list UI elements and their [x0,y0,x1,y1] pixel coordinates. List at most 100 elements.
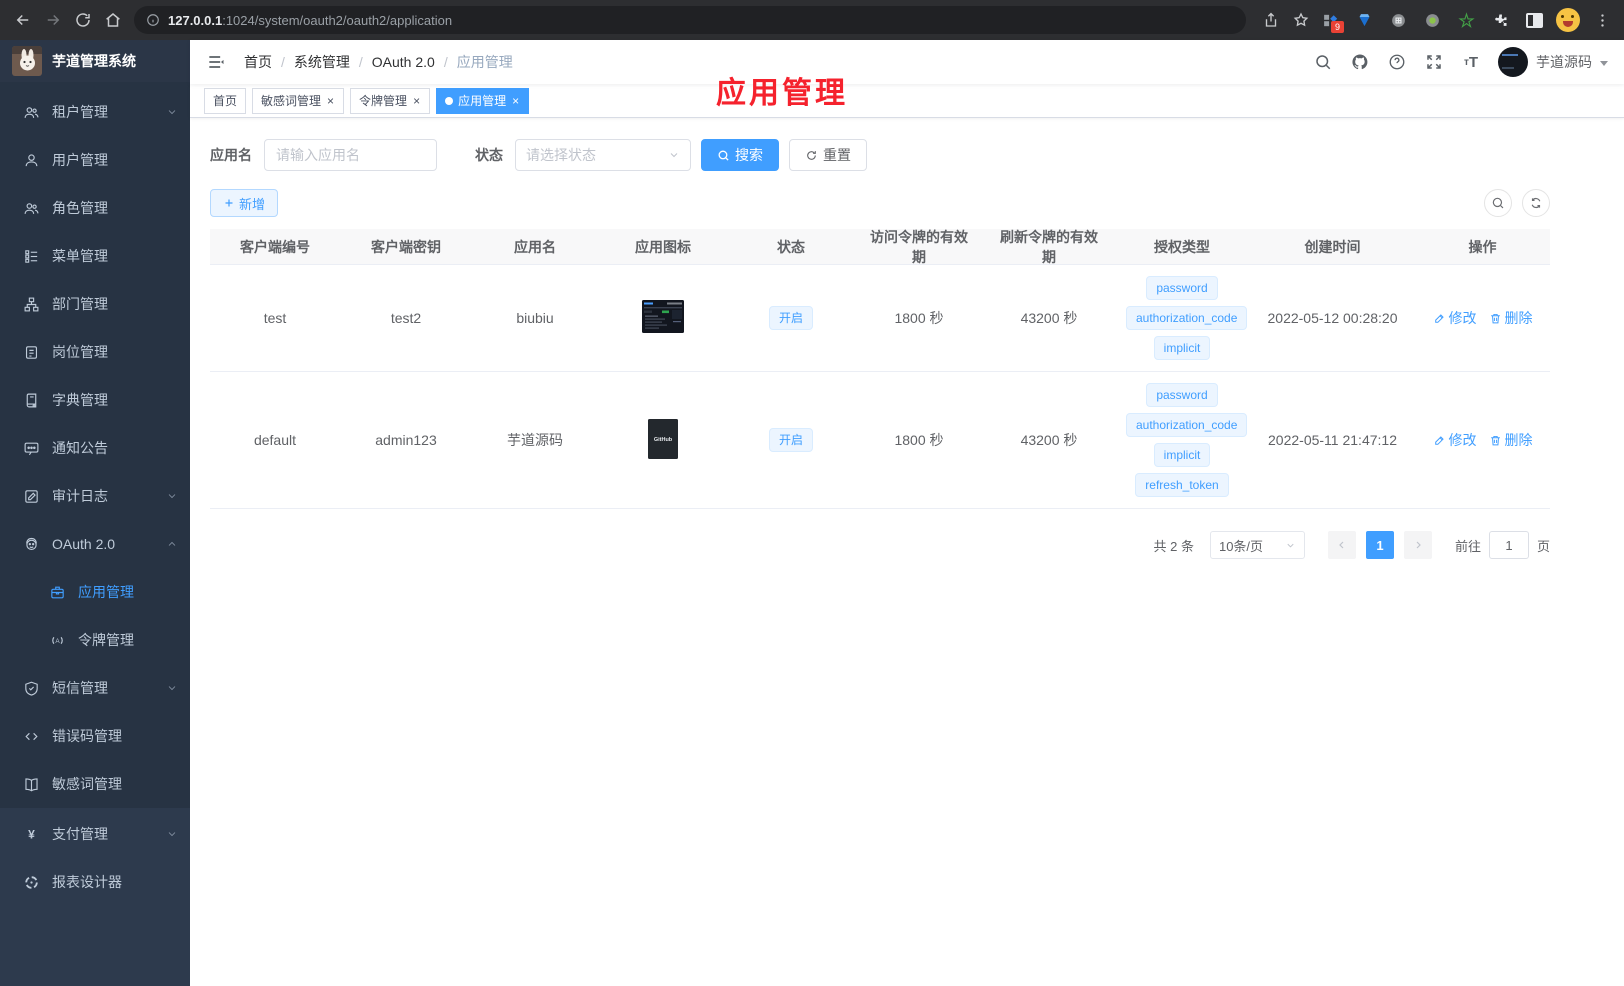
browser-toolbar: 127.0.0.1:1024/system/oauth2/oauth2/appl… [0,0,1624,40]
sidebar-item-role[interactable]: 角色管理 [0,184,190,232]
refresh-table-button[interactable] [1522,189,1550,217]
sidebar-item-tenant[interactable]: 租户管理 [0,88,190,136]
chevron-down-icon [166,682,178,694]
breadcrumb-separator: / [358,54,363,70]
sidebar-item-sensitive-word[interactable]: 敏感词管理 [0,760,190,808]
github-icon[interactable] [1350,52,1370,72]
svg-text:GitHub: GitHub [654,437,673,443]
sidebar-item-label: 部门管理 [52,296,108,312]
tab-敏感词管理[interactable]: 敏感词管理 × [252,87,345,114]
shield-icon [22,679,40,697]
table-cell-refresh_ttl: 43200 秒 [984,422,1114,458]
sidebar-item-menu[interactable]: 菜单管理 [0,232,190,280]
org-icon [22,295,40,313]
user-menu[interactable]: 芋道源码 [1498,47,1608,77]
search-button[interactable]: 搜索 [701,139,779,171]
side-panel-icon[interactable] [1520,6,1548,34]
sidebar-item-oauth2-token[interactable]: A 令牌管理 [0,616,190,664]
grant-type-tag: implicit [1153,336,1211,360]
extensions-puzzle-icon[interactable] [1486,6,1514,34]
url-text: 127.0.0.1:1024/system/oauth2/oauth2/appl… [168,12,453,28]
table-cell-actions: 修改 删除 [1415,422,1550,458]
app-name-label: 应用名 [210,147,252,163]
access-token-ttl: 1800 秒 [894,310,944,326]
extension-gem-icon[interactable] [1350,6,1378,34]
reload-icon[interactable] [68,5,98,35]
edit-link[interactable]: 修改 [1433,308,1477,328]
add-button[interactable]: 新增 [210,189,279,217]
site-info-icon[interactable] [146,13,160,27]
search-icon [718,150,729,161]
chevron-down-icon [670,153,678,158]
create-time: 2022-05-11 21:47:12 [1268,432,1397,448]
extension-grid-icon[interactable]: 9 [1316,6,1344,34]
page-number-1[interactable]: 1 [1365,531,1394,559]
prev-page-button[interactable] [1327,531,1356,559]
client-id: test [263,310,287,326]
home-icon[interactable] [98,5,128,35]
extension-cmd-icon[interactable] [1384,6,1412,34]
back-icon[interactable] [8,5,38,35]
fullscreen-icon[interactable] [1424,52,1444,72]
sidebar-item-label: 错误码管理 [52,728,122,744]
sidebar-item-notice[interactable]: 通知公告 [0,424,190,472]
app-name-input[interactable] [264,139,437,171]
grant-type-tag: implicit [1153,443,1211,467]
sidebar-item-post[interactable]: 岗位管理 [0,328,190,376]
sidebar-item-user[interactable]: 用户管理 [0,136,190,184]
extension-star-icon[interactable] [1452,6,1480,34]
close-icon[interactable]: × [326,95,335,107]
show-search-button[interactable] [1484,189,1512,217]
breadcrumb-item[interactable]: 系统管理 [294,52,350,72]
page-size-select[interactable]: 10条/页 [1209,531,1305,559]
sidebar-collapse-icon[interactable] [206,51,228,73]
sidebar-item-oauth2-application[interactable]: 应用管理 [0,568,190,616]
reset-button[interactable]: 重置 [789,139,867,171]
tab-应用管理[interactable]: 应用管理 × [436,87,530,114]
extensions-cluster: 9 [1316,6,1616,34]
sidebar-item-dept[interactable]: 部门管理 [0,280,190,328]
sidebar-item-sms[interactable]: 短信管理 [0,664,190,712]
edit-link[interactable]: 修改 [1433,430,1477,450]
search-icon[interactable] [1313,52,1333,72]
app-logo[interactable]: 芋道管理系统 [0,40,190,82]
svg-text:¥: ¥ [28,827,35,841]
table-cell-client_id: test [210,302,340,334]
user-icon [22,151,40,169]
delete-link[interactable]: 删除 [1489,430,1533,450]
sidebar-item-report-designer[interactable]: 报表设计器 [0,858,190,906]
sidebar-item-error-code[interactable]: 错误码管理 [0,712,190,760]
close-icon[interactable]: × [412,95,421,107]
token-icon: A [48,631,66,649]
column-header-grant_types: 授权类型 [1154,238,1210,255]
create-time: 2022-05-12 00:28:20 [1267,310,1398,326]
next-page-button[interactable] [1403,531,1432,559]
help-icon[interactable] [1387,52,1407,72]
breadcrumb-item[interactable]: OAuth 2.0 [372,54,435,70]
yen-icon: ¥ [22,825,40,843]
app-title: 芋道管理系统 [52,53,136,69]
font-size-icon[interactable]: тT [1461,52,1481,72]
breadcrumb-separator: / [443,54,448,70]
status-select[interactable]: 请选择状态 [515,139,691,171]
share-icon[interactable] [1256,5,1286,35]
browser-menu-icon[interactable] [1588,6,1616,34]
sidebar-item-pay[interactable]: ¥ 支付管理 [0,810,190,858]
address-bar[interactable]: 127.0.0.1:1024/system/oauth2/oauth2/appl… [134,6,1246,34]
profile-avatar-icon[interactable] [1554,6,1582,34]
breadcrumb-item[interactable]: 首页 [244,52,272,72]
sidebar-item-dict[interactable]: 字典管理 [0,376,190,424]
bookmark-star-icon[interactable] [1286,5,1316,35]
close-icon[interactable]: × [511,95,520,107]
status-badge: 开启 [768,306,813,330]
sidebar-item-audit-log[interactable]: 审计日志 [0,472,190,520]
refresh-token-ttl: 43200 秒 [1020,432,1078,448]
goto-page-input[interactable] [1488,531,1529,559]
tab-令牌管理[interactable]: 令牌管理 × [350,87,431,114]
forward-icon[interactable] [38,5,68,35]
extension-dot-icon[interactable] [1418,6,1446,34]
delete-link[interactable]: 删除 [1489,308,1533,328]
table-cell-secret: test2 [340,302,472,334]
tab-首页[interactable]: 首页 [204,87,247,114]
sidebar-item-oauth2[interactable]: OAuth 2.0 [0,520,190,568]
